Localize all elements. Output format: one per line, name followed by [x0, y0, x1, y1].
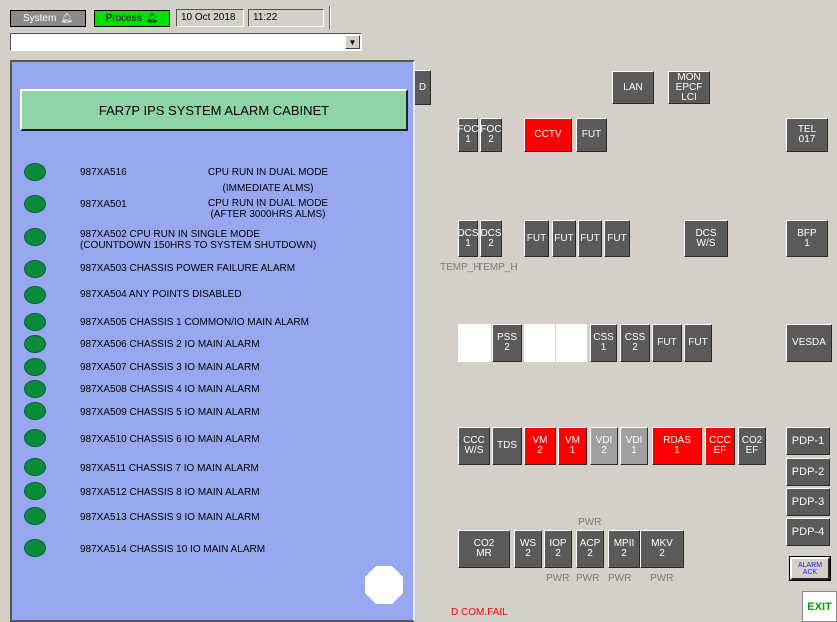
ws-2-button[interactable]: WS 2 [514, 530, 542, 568]
alarm-row: 987XA502 CPU RUN IN SINGLE MODE (COUNTDO… [80, 229, 317, 251]
alarm-led [24, 313, 46, 331]
temp-h-label: TEMP_H [440, 262, 481, 273]
fut-button[interactable]: FUT [552, 220, 576, 257]
pwr-label: PWR [608, 573, 632, 584]
alarm-led [24, 482, 46, 500]
panel-title: FAR7P IPS SYSTEM ALARM CABINET [20, 89, 408, 131]
tel-017-button[interactable]: TEL 017 [786, 118, 828, 152]
alarm-row: 987XA505 CHASSIS 1 COMMON/IO MAIN ALARM [80, 317, 309, 328]
alarm-description: CPU RUN IN DUAL MODE (IMMEDIATE ALMS) [207, 167, 329, 194]
alarm-ack-button[interactable]: ALARM ACK [789, 556, 831, 581]
fut-button[interactable]: FUT [604, 220, 630, 257]
time-display: 11:22 [248, 9, 324, 27]
vm-2-button[interactable]: VM 2 [524, 427, 556, 465]
alarm-code: 987XA501 [80, 199, 127, 210]
pwr-label: PWR [578, 517, 602, 528]
css-1-button[interactable]: CSS 1 [590, 324, 617, 362]
alarm-led [24, 358, 46, 376]
temp-h-label: TEMP_H [477, 262, 518, 273]
acp-2-button[interactable]: ACP 2 [576, 530, 604, 568]
alarm-led [24, 402, 46, 420]
toolbar-separator [329, 6, 331, 30]
alarm-row: 987XA506 CHASSIS 2 IO MAIN ALARM [80, 339, 260, 350]
system-button[interactable]: System 🔔︎ [10, 10, 86, 27]
dcs-1-button[interactable]: DCS 1 [457, 220, 479, 257]
fut-button[interactable]: FUT [578, 220, 602, 257]
blank-button[interactable] [458, 324, 491, 362]
mon-epcf-lci-button[interactable]: MON EPCF LCI [668, 71, 710, 104]
alarm-row: 987XA509 CHASSIS 5 IO MAIN ALARM [80, 407, 260, 418]
alarm-row: 987XA511 CHASSIS 7 IO MAIN ALARM [80, 463, 259, 474]
alarm-row: 987XA503 CHASSIS POWER FAILURE ALARM [80, 263, 296, 274]
date-display: 10 Oct 2018 [176, 9, 244, 27]
lan-button[interactable]: LAN [612, 71, 654, 104]
vdi-2-button[interactable]: VDI 2 [590, 427, 618, 465]
process-button[interactable]: Process 🔔︎ [94, 10, 170, 27]
alarm-led [24, 539, 46, 557]
alarm-description: CPU RUN IN DUAL MODE (AFTER 3000HRS ALMS… [207, 198, 329, 220]
vesda-button[interactable]: VESDA [786, 324, 832, 362]
mkv-2-button[interactable]: MKV 2 [640, 530, 684, 568]
pdp-2-button[interactable]: PDP-2 [786, 458, 830, 486]
fut-button[interactable]: FUT [652, 324, 682, 362]
vm-1-button[interactable]: VM 1 [558, 427, 587, 465]
fut-button[interactable]: FUT [684, 324, 712, 362]
fut-button[interactable]: FUT [524, 220, 549, 257]
ccc-ws-button[interactable]: CCC W/S [458, 427, 490, 465]
blank-button[interactable] [556, 324, 587, 362]
alarm-led [24, 507, 46, 525]
com-fail-label: D COM.FAIL [451, 607, 508, 618]
fut-button[interactable]: FUT [576, 118, 607, 152]
ccc-ef-button[interactable]: CCC EF [705, 427, 735, 465]
foc-2-button[interactable]: FOC 2 [480, 118, 502, 152]
alarm-led [24, 380, 46, 398]
exit-button[interactable]: EXIT [802, 591, 837, 622]
alarm-row: 987XA504 ANY POINTS DISABLED [80, 289, 242, 300]
alarm-code: 987XA516 [80, 167, 127, 178]
co2-mr-button[interactable]: CO2 MR [458, 530, 510, 568]
alarm-led [24, 260, 46, 278]
alarm-led [24, 228, 46, 246]
rdas-1-button[interactable]: RDAS 1 [652, 427, 702, 465]
alarm-led [24, 335, 46, 353]
bell-icon: 🔔︎ [145, 12, 159, 24]
vdi-1-button[interactable]: VDI 1 [620, 427, 648, 465]
alarm-cabinet-panel: FAR7P IPS SYSTEM ALARM CABINET 987XA516 … [10, 60, 415, 622]
bell-icon: 🔔︎ [60, 12, 74, 24]
command-combobox[interactable]: ▼ [10, 33, 362, 51]
pwr-label: PWR [650, 573, 674, 584]
dcs-2-button[interactable]: DCS 2 [480, 220, 502, 257]
co2-ef-button[interactable]: CO2 EF [738, 427, 766, 465]
tds-button[interactable]: TDS [492, 427, 522, 465]
alarm-led [24, 286, 46, 304]
bfp-1-button[interactable]: BFP 1 [786, 220, 828, 257]
octagon-icon[interactable] [364, 565, 404, 605]
alarm-led [24, 195, 46, 213]
iop-2-button[interactable]: IOP 2 [544, 530, 572, 568]
alarm-led [24, 458, 46, 476]
alarm-row: 987XA508 CHASSIS 4 IO MAIN ALARM [80, 384, 260, 395]
alarm-row: 987XA510 CHASSIS 6 IO MAIN ALARM [80, 434, 260, 445]
pwr-label: PWR [546, 573, 570, 584]
alarm-row: 987XA514 CHASSIS 10 IO MAIN ALARM [80, 544, 266, 555]
cctv-button[interactable]: CCTV [524, 118, 572, 152]
dcs-ws-button[interactable]: DCS W/S [684, 220, 728, 257]
foc-1-button[interactable]: FOC 1 [457, 118, 479, 152]
pss-2-button[interactable]: PSS 2 [492, 324, 522, 362]
alarm-row: 987XA507 CHASSIS 3 IO MAIN ALARM [80, 362, 260, 373]
mpii-2-button[interactable]: MPII 2 [608, 530, 640, 568]
alarm-led [24, 163, 46, 181]
pwr-label: PWR [576, 573, 600, 584]
chevron-down-icon[interactable]: ▼ [345, 35, 360, 49]
alarm-row: 987XA513 CHASSIS 9 IO MAIN ALARM [80, 512, 260, 523]
alarm-row: 987XA512 CHASSIS 8 IO MAIN ALARM [80, 487, 260, 498]
css-2-button[interactable]: CSS 2 [620, 324, 650, 362]
pdp-3-button[interactable]: PDP-3 [786, 488, 830, 516]
alarm-led [24, 429, 46, 447]
pdp-4-button[interactable]: PDP-4 [786, 518, 830, 546]
pdp-1-button[interactable]: PDP-1 [786, 427, 830, 455]
blank-button[interactable] [524, 324, 555, 362]
